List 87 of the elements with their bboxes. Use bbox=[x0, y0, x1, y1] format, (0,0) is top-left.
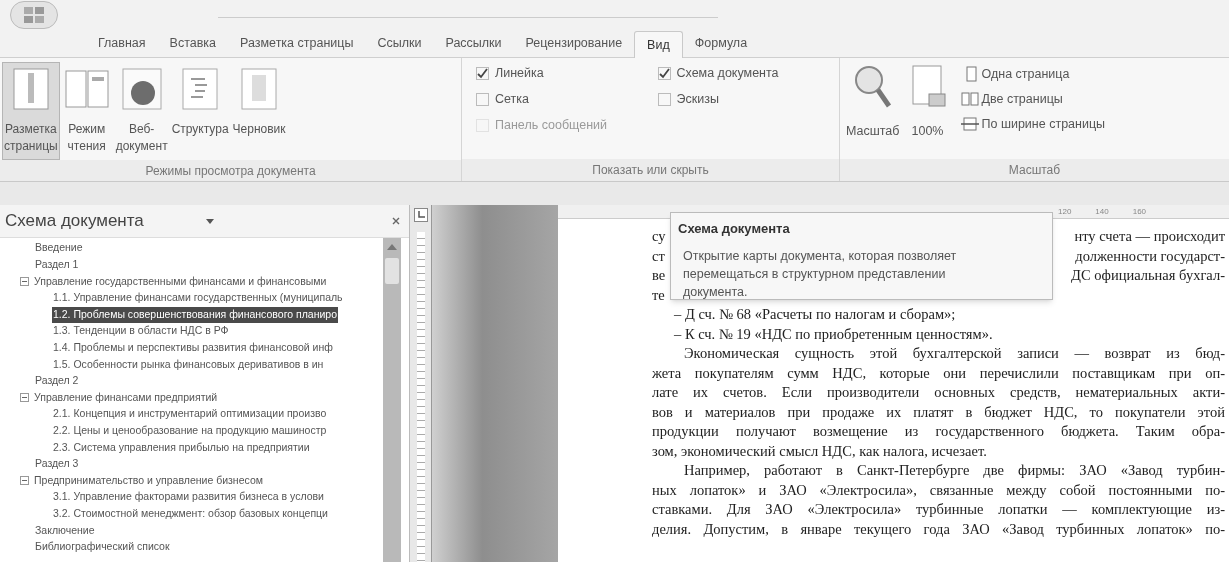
outline-item[interactable]: 1.5. Особенности рынка финансовых деривативов в ин bbox=[52, 356, 325, 373]
checkbox-box-icon[interactable] bbox=[657, 92, 671, 106]
outline-item[interactable]: 1.3. Тенденции в области НДС в РФ bbox=[52, 323, 230, 340]
document-line: лате их счетов. Если производители основных средств, нематериальных акти- bbox=[652, 383, 1225, 402]
tab-stop-icon bbox=[416, 211, 425, 219]
view-button[interactable]: Структура bbox=[169, 62, 231, 160]
collapse-icon[interactable] bbox=[20, 476, 29, 486]
scrollbar-thumb[interactable] bbox=[385, 258, 399, 284]
page-width-icon bbox=[961, 116, 980, 132]
text-fragment: долженности государст- bbox=[1075, 246, 1225, 266]
view-button[interactable]: Разметка страницы bbox=[2, 62, 60, 160]
group-label: Показать или скрыть bbox=[592, 162, 709, 179]
ribbon-tab[interactable]: Разметка страницы bbox=[228, 30, 366, 57]
group-label: Режимы просмотра документа bbox=[145, 162, 316, 180]
document-line: ставками. Для ЗАО «Электросила» турбинные лопатки — комплектующие из- bbox=[652, 500, 1225, 519]
checkbox-box-icon[interactable] bbox=[476, 66, 489, 80]
ruler-number: 160 bbox=[1132, 205, 1147, 218]
outline-item[interactable]: Раздел 1 bbox=[34, 257, 80, 273]
outline-item[interactable]: Раздел 2 bbox=[34, 373, 80, 389]
office-button[interactable] bbox=[10, 1, 58, 29]
outline-item[interactable]: Заключение bbox=[34, 522, 96, 539]
dropdown-caret-icon[interactable] bbox=[205, 218, 214, 224]
outline-item[interactable]: 2.2. Цены и ценообразование на продукцию машиностр bbox=[52, 422, 328, 439]
document-line: жета покупателям сумм НДС, которые они перечислили поставщикам при оп- bbox=[652, 363, 1225, 383]
group-label: Масштаб bbox=[1008, 162, 1061, 179]
view-button[interactable]: Черновик bbox=[230, 62, 288, 160]
view-button[interactable]: Режим чтения bbox=[59, 62, 114, 160]
outline-item[interactable]: Введение bbox=[34, 240, 84, 257]
outline-item[interactable]: 1.1. Управление финансами государственных (муниципаль bbox=[52, 290, 344, 306]
zoom-option-button[interactable]: Две страницы bbox=[961, 89, 1106, 109]
outline-item[interactable]: 3.2. Стоимостной менеджмент: обзор базовых концепци bbox=[52, 505, 329, 522]
zoom-option-button[interactable]: Одна страница bbox=[961, 64, 1106, 84]
ribbon-tab[interactable]: Вид bbox=[634, 31, 683, 58]
tooltip-title: Схема документа bbox=[678, 220, 791, 238]
outline-item[interactable]: Предпринимательство и управление бизнесом bbox=[33, 472, 264, 489]
ribbon-tab[interactable]: Формула bbox=[682, 30, 760, 57]
document-line: – Д сч. № 68 «Расчеты по налогам и сборам»; bbox=[673, 305, 957, 324]
document-line: – К сч. № 19 «НДС по приобретенным ценностям». bbox=[673, 324, 994, 344]
ruler-number: 140 bbox=[1095, 205, 1109, 218]
outline-item[interactable]: Раздел 3 bbox=[34, 456, 80, 472]
outline-item[interactable]: 1.4. Проблемы и перспективы развития финансовой инф bbox=[52, 340, 334, 356]
ribbon-tab[interactable]: Вставка bbox=[157, 30, 229, 57]
outline-item[interactable]: Управление государственными финансами и финансовыми bbox=[33, 273, 328, 290]
document-line: продукции получают возмещение из государственного бюджета. Таким обра- bbox=[652, 422, 1225, 441]
collapse-icon[interactable] bbox=[20, 393, 29, 403]
checkbox[interactable]: Схема документа bbox=[657, 64, 839, 83]
text-fragment: ст bbox=[652, 246, 665, 266]
zoom-option-button[interactable]: По ширине страницы bbox=[961, 114, 1106, 134]
view-button[interactable]: Веб-документ bbox=[113, 62, 170, 160]
document-line: зом, экономический смысл НДС, как налога, исчезает. bbox=[652, 441, 988, 461]
outline-item[interactable]: 2.1. Концепция и инструментарий оптимизации произво bbox=[52, 406, 328, 423]
zoom-button[interactable]: 100% bbox=[905, 62, 950, 152]
office-logo-icon bbox=[22, 5, 46, 25]
text-fragment: ве bbox=[652, 266, 666, 285]
ribbon-tab[interactable]: Рецензирование bbox=[513, 30, 635, 57]
text-fragment: ДС официальная бухгал- bbox=[1071, 266, 1225, 285]
tooltip-text: Открытие карты документа, которая позволяет перемещаться в структурном представлении документа. bbox=[683, 247, 958, 301]
outline-item[interactable]: 1.2. Проблемы совершенствования финансового планиро bbox=[52, 306, 338, 323]
checkbox-box-icon[interactable] bbox=[476, 92, 489, 106]
document-line: Например, работают в Санкт-Петербурге две фирмы: ЗАО «Завод турбин- bbox=[683, 461, 1225, 480]
ribbon-tab[interactable]: Ссылки bbox=[365, 30, 434, 57]
text-fragment: те bbox=[652, 285, 665, 305]
outline-item[interactable]: 3.1. Управление факторами развития бизнеса в услови bbox=[52, 489, 325, 506]
text-fragment: нту счета — происходит bbox=[1074, 227, 1225, 246]
two-pages-icon bbox=[961, 91, 980, 107]
checkbox-box-icon[interactable] bbox=[657, 66, 671, 80]
checkbox[interactable]: Линейка bbox=[476, 64, 658, 83]
checkbox[interactable]: Сетка bbox=[476, 90, 658, 109]
tab-selector[interactable] bbox=[413, 208, 428, 222]
pane-title: Схема документа bbox=[5, 210, 144, 233]
outline-item[interactable]: Управление финансами предприятий bbox=[33, 389, 219, 406]
collapse-icon[interactable] bbox=[20, 277, 29, 286]
ribbon-tab[interactable]: Главная bbox=[86, 30, 158, 57]
document-line: делия. Допустим, в январе текущего года ЗАО «Завод турбинных лопаток» по- bbox=[652, 519, 1225, 539]
scroll-up-icon[interactable] bbox=[387, 244, 397, 250]
scrollbar[interactable] bbox=[383, 238, 401, 562]
outline-item[interactable]: 2.3. Система управления прибылью на предприятии bbox=[52, 439, 311, 456]
ribbon-tab[interactable]: Рассылки bbox=[433, 30, 514, 57]
document-line: вов и материалов при продаже их платят в бюджет НДС, то покупатели этой bbox=[652, 402, 1225, 422]
outline-item[interactable]: Библиографический список bbox=[34, 539, 171, 555]
document-line: ных лопаток» и ЗАО «Электросила», связанные между собой постоянными по- bbox=[652, 480, 1225, 500]
checkbox[interactable]: Эскизы bbox=[657, 90, 839, 109]
ruler-number: 120 bbox=[1058, 205, 1072, 218]
close-icon[interactable] bbox=[392, 217, 400, 225]
text-fragment: су bbox=[652, 227, 666, 246]
zoom-button[interactable]: Масштаб bbox=[846, 62, 900, 152]
document-line: Экономическая сущность этой бухгалтерской записи — возврат из бюд- bbox=[683, 344, 1225, 363]
